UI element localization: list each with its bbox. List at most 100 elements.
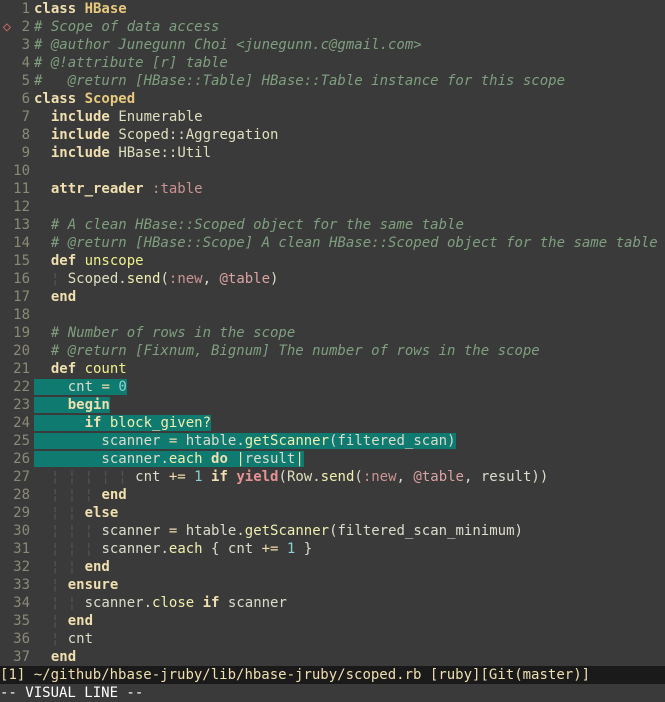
code-content[interactable]: ¦ ¦ end — [34, 558, 665, 576]
code-line[interactable]: ◇2# Scope of data access — [0, 18, 665, 36]
code-line[interactable]: 27 ¦ ¦ ¦ ¦ ¦ cnt += 1 if yield(Row.send(… — [0, 468, 665, 486]
code-line[interactable]: 36 ¦ cnt — [0, 630, 665, 648]
line-number: 20 — [0, 342, 34, 360]
code-line[interactable]: 8 include Scoped::Aggregation — [0, 126, 665, 144]
code-line[interactable]: 11 attr_reader :table — [0, 180, 665, 198]
line-number: 8 — [0, 126, 34, 144]
code-line[interactable]: 14 # @return [HBase::Scope] A clean HBas… — [0, 234, 665, 252]
code-content[interactable]: ¦ ¦ scanner.close if scanner — [34, 594, 665, 612]
code-content[interactable]: class Scoped — [34, 90, 665, 108]
code-content[interactable]: class HBase — [34, 0, 665, 18]
code-content[interactable]: cnt = 0 — [34, 378, 665, 396]
code-line[interactable]: 30 ¦ ¦ ¦ scanner = htable.getScanner(fil… — [0, 522, 665, 540]
code-content[interactable]: begin — [34, 396, 665, 414]
code-line[interactable]: 7 include Enumerable — [0, 108, 665, 126]
code-content[interactable] — [34, 162, 665, 180]
file-path: ~/github/hbase-jruby/lib/hbase-jruby/sco… — [34, 667, 422, 683]
code-line[interactable]: 1class HBase — [0, 0, 665, 18]
line-number: 18 — [0, 306, 34, 324]
code-content[interactable]: end — [34, 288, 665, 306]
visual-selection: cnt = 0 — [34, 379, 127, 395]
code-content[interactable]: # @return [HBase::Scope] A clean HBase::… — [34, 234, 665, 252]
line-number: 29 — [0, 504, 34, 522]
code-content[interactable]: if block_given? — [34, 414, 665, 432]
code-line[interactable]: 21 def count — [0, 360, 665, 378]
code-content[interactable]: ¦ Scoped.send(:new, @table) — [34, 270, 665, 288]
visual-selection: begin — [34, 397, 110, 413]
code-content[interactable]: ¦ cnt — [34, 630, 665, 648]
code-line[interactable]: 23 begin — [0, 396, 665, 414]
code-line[interactable]: 22 cnt = 0 — [0, 378, 665, 396]
code-content[interactable]: ¦ ¦ ¦ scanner.each { cnt += 1 } — [34, 540, 665, 558]
line-number: 15 — [0, 252, 34, 270]
code-content[interactable] — [34, 198, 665, 216]
code-content[interactable]: include Scoped::Aggregation — [34, 126, 665, 144]
code-content[interactable]: ¦ ¦ ¦ ¦ ¦ cnt += 1 if yield(Row.send(:ne… — [34, 468, 665, 486]
line-number: 4 — [0, 54, 34, 72]
code-content[interactable]: # @!attribute [r] table — [34, 54, 665, 72]
code-content[interactable]: # A clean HBase::Scoped object for the s… — [34, 216, 665, 234]
line-number: 32 — [0, 558, 34, 576]
code-line[interactable]: 9 include HBase::Util — [0, 144, 665, 162]
line-number: 22 — [0, 378, 34, 396]
line-number: 19 — [0, 324, 34, 342]
code-content[interactable]: ¦ end — [34, 612, 665, 630]
code-line[interactable]: 37 end — [0, 648, 665, 666]
code-content[interactable]: ¦ ¦ ¦ end — [34, 486, 665, 504]
code-line[interactable]: 13 # A clean HBase::Scoped object for th… — [0, 216, 665, 234]
code-content[interactable]: end — [34, 648, 665, 666]
line-number: 7 — [0, 108, 34, 126]
code-content[interactable]: ¦ ¦ else — [34, 504, 665, 522]
code-line[interactable]: 16 ¦ Scoped.send(:new, @table) — [0, 270, 665, 288]
code-line[interactable]: 33 ¦ ensure — [0, 576, 665, 594]
code-content[interactable] — [34, 306, 665, 324]
code-line[interactable]: 25 scanner = htable.getScanner(filtered_… — [0, 432, 665, 450]
code-content[interactable]: def count — [34, 360, 665, 378]
code-line[interactable]: 34 ¦ ¦ scanner.close if scanner — [0, 594, 665, 612]
code-line[interactable]: 18 — [0, 306, 665, 324]
code-content[interactable]: # @author Junegunn Choi <junegunn.c@gmai… — [34, 36, 665, 54]
code-line[interactable]: 29 ¦ ¦ else — [0, 504, 665, 522]
code-line[interactable]: 17 end — [0, 288, 665, 306]
code-line[interactable]: 3# @author Junegunn Choi <junegunn.c@gma… — [0, 36, 665, 54]
line-number: 31 — [0, 540, 34, 558]
code-line[interactable]: 20 # @return [Fixnum, Bignum] The number… — [0, 342, 665, 360]
line-number: 9 — [0, 144, 34, 162]
code-line[interactable]: 12 — [0, 198, 665, 216]
code-line[interactable]: 26 scanner.each do |result| — [0, 450, 665, 468]
code-content[interactable]: ¦ ensure — [34, 576, 665, 594]
visual-selection: if block_given? — [34, 415, 211, 431]
code-content[interactable]: ¦ ¦ ¦ scanner = htable.getScanner(filter… — [34, 522, 665, 540]
code-line[interactable]: 28 ¦ ¦ ¦ end — [0, 486, 665, 504]
code-line[interactable]: 10 — [0, 162, 665, 180]
code-content[interactable]: include Enumerable — [34, 108, 665, 126]
code-content[interactable]: # Scope of data access — [34, 18, 665, 36]
code-content[interactable]: include HBase::Util — [34, 144, 665, 162]
file-type: ruby — [438, 667, 472, 683]
code-content[interactable]: # Number of rows in the scope — [34, 324, 665, 342]
code-line[interactable]: 24 if block_given? — [0, 414, 665, 432]
code-content[interactable]: def unscope — [34, 252, 665, 270]
code-line[interactable]: 35 ¦ end — [0, 612, 665, 630]
code-content[interactable]: attr_reader :table — [34, 180, 665, 198]
visual-selection: scanner = htable.getScanner(filtered_sca… — [34, 433, 456, 449]
code-content[interactable]: # @return [Fixnum, Bignum] The number of… — [34, 342, 665, 360]
line-number: 36 — [0, 630, 34, 648]
code-content[interactable]: scanner.each do |result| — [34, 450, 665, 468]
code-line[interactable]: 6class Scoped — [0, 90, 665, 108]
code-line[interactable]: 19 # Number of rows in the scope — [0, 324, 665, 342]
code-line[interactable]: 15 def unscope — [0, 252, 665, 270]
line-number: 3 — [0, 36, 34, 54]
code-content[interactable]: scanner = htable.getScanner(filtered_sca… — [34, 432, 665, 450]
code-line[interactable]: 32 ¦ ¦ end — [0, 558, 665, 576]
line-number: 16 — [0, 270, 34, 288]
line-number: 14 — [0, 234, 34, 252]
code-line[interactable]: 4# @!attribute [r] table — [0, 54, 665, 72]
visual-selection: scanner.each do |result| — [34, 451, 304, 467]
code-editor[interactable]: 1class HBase◇2# Scope of data access3# @… — [0, 0, 665, 666]
code-line[interactable]: 5# @return [HBase::Table] HBase::Table i… — [0, 72, 665, 90]
line-number: 12 — [0, 198, 34, 216]
line-number: 34 — [0, 594, 34, 612]
code-content[interactable]: # @return [HBase::Table] HBase::Table in… — [34, 72, 665, 90]
code-line[interactable]: 31 ¦ ¦ ¦ scanner.each { cnt += 1 } — [0, 540, 665, 558]
